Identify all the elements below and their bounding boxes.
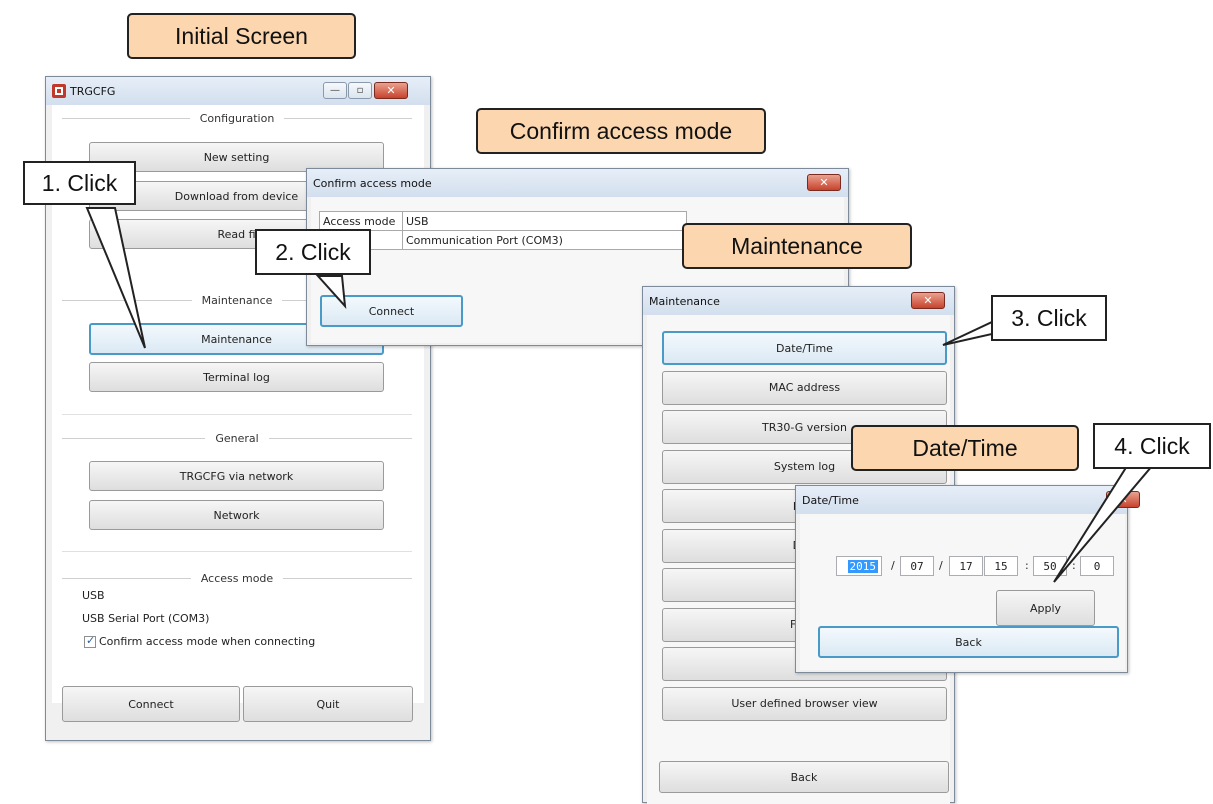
callout-pointers — [85, 207, 1155, 583]
step-1-label: 1. Click — [23, 161, 136, 205]
step-2-label: 2. Click — [255, 229, 371, 275]
pointer-step-3 — [942, 320, 993, 346]
pointer-step-2 — [315, 275, 347, 309]
pointer-step-4 — [1053, 465, 1155, 583]
step-4-label: 4. Click — [1093, 423, 1211, 469]
pointer-step-1 — [85, 207, 146, 349]
step-3-label: 3. Click — [991, 295, 1107, 341]
